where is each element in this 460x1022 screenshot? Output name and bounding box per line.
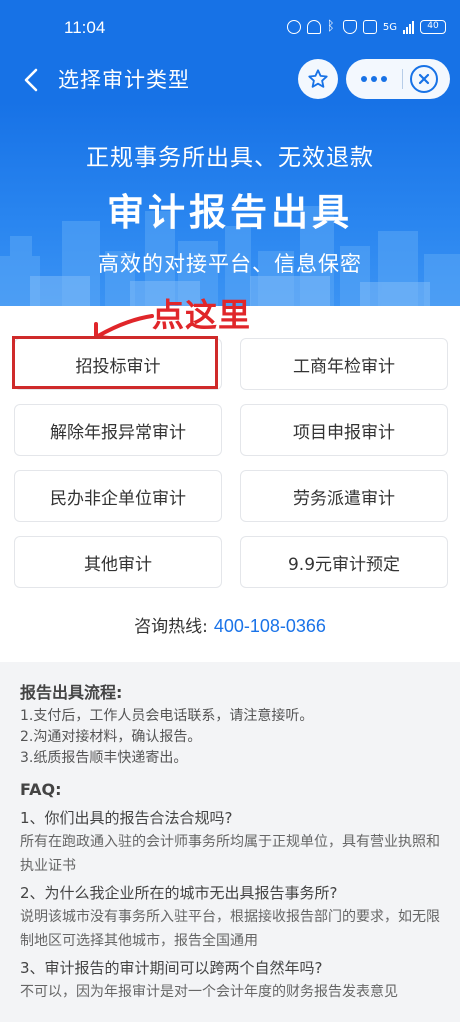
more-dot-icon — [371, 76, 377, 82]
option-annual-inspection-audit[interactable]: 工商年检审计 — [240, 338, 448, 390]
favorite-button[interactable] — [298, 59, 338, 99]
faq-answer: 所有在跑政通入驻的会计师事务所均属于正规单位，具有营业执照和执业证书 — [20, 834, 440, 874]
banner-tagline: 正规事务所出具、无效退款 — [86, 145, 374, 171]
star-icon — [308, 69, 328, 88]
hd-icon — [362, 20, 377, 34]
mute-icon — [306, 20, 321, 34]
option-label: 解除年报异常审计 — [50, 422, 186, 443]
more-dot-icon — [361, 76, 367, 82]
status-bar: 11:04 ᛒ 5G 40 — [0, 0, 460, 58]
faq-question: 3、审计报告的审计期间可以跨两个自然年吗? — [20, 959, 323, 977]
alarm-icon — [286, 20, 301, 34]
faq-question: 2、为什么我企业所在的城市无出具报告事务所? — [20, 884, 338, 902]
hotline-label: 咨询热线: — [134, 617, 208, 637]
hero-banner: 正规事务所出具、无效退款 审计报告出具 高效的对接平台、信息保密 — [0, 102, 460, 306]
option-label: 9.9元审计预定 — [287, 554, 401, 575]
banner-headline: 审计报告出具 — [107, 191, 353, 234]
mini-program-capsule — [346, 59, 450, 99]
option-audit-booking[interactable]: 9.9元审计预定 — [240, 536, 448, 588]
close-button[interactable] — [410, 65, 438, 93]
close-icon — [418, 73, 430, 85]
banner-subtitle: 高效的对接平台、信息保密 — [98, 252, 362, 276]
more-button[interactable] — [346, 59, 402, 99]
option-label: 工商年检审计 — [293, 356, 395, 377]
page-title: 选择审计类型 — [58, 68, 190, 92]
hotline: 咨询热线: 400-108-0366 — [0, 612, 460, 637]
option-other-audit[interactable]: 其他审计 — [14, 536, 222, 588]
battery-level: 40 — [427, 21, 439, 31]
info-section: 报告出具流程: 1.支付后，工作人员会电话联系，请注意接听。 2.沟通对接材料，… — [0, 662, 460, 1022]
faq-answer: 说明该城市没有事务所入驻平台，根据接收报告部门的要求，如无限制地区可选择其他城市… — [20, 909, 440, 949]
shield-icon — [342, 20, 357, 34]
process-step: 3.纸质报告顺丰快递寄出。 — [20, 750, 188, 766]
process-step: 1.支付后，工作人员会电话联系，请注意接听。 — [20, 708, 314, 724]
hotline-number-link[interactable]: 400-108-0366 — [214, 616, 326, 636]
status-time: 11:04 — [64, 18, 106, 37]
faq-answer: 不可以，因为年报审计是对一个会计年度的财务报告发表意见 — [20, 984, 398, 1000]
faq-question: 1、你们出具的报告合法合规吗? — [20, 809, 233, 827]
back-icon[interactable] — [18, 64, 46, 96]
option-bidding-audit[interactable]: 招投标审计 — [14, 338, 222, 390]
battery-icon: 40 — [420, 20, 446, 34]
option-label: 民办非企单位审计 — [50, 488, 186, 509]
bluetooth-icon: ᛒ — [326, 19, 335, 34]
network-label: 5G — [382, 21, 397, 33]
option-label: 招投标审计 — [75, 356, 161, 377]
nav-bar: 选择审计类型 — [0, 58, 460, 102]
capsule-divider — [402, 69, 403, 89]
signal-icon — [403, 20, 414, 34]
annotation-label: 点这里 — [152, 296, 252, 334]
more-dot-icon — [381, 76, 387, 82]
option-private-nonenterprise-audit[interactable]: 民办非企单位审计 — [14, 470, 222, 522]
status-icons: ᛒ 5G 40 — [286, 19, 446, 34]
option-labor-dispatch-audit[interactable]: 劳务派遣审计 — [240, 470, 448, 522]
option-project-application-audit[interactable]: 项目申报审计 — [240, 404, 448, 456]
option-label: 劳务派遣审计 — [293, 488, 395, 509]
process-step: 2.沟通对接材料，确认报告。 — [20, 729, 202, 745]
process-title: 报告出具流程: — [20, 683, 123, 702]
option-label: 项目申报审计 — [293, 422, 395, 443]
option-label: 其他审计 — [84, 554, 152, 575]
option-annual-report-abnormal-audit[interactable]: 解除年报异常审计 — [14, 404, 222, 456]
faq-title: FAQ: — [20, 780, 62, 799]
